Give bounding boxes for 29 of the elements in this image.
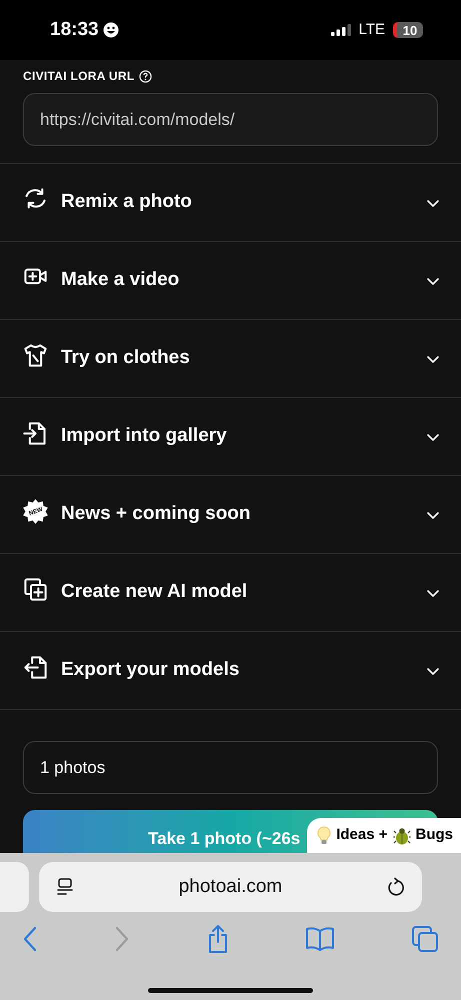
tabs-icon[interactable] [411,925,439,953]
smiley-icon [102,22,119,38]
shirt-icon [22,342,49,369]
accordion-section[interactable]: Remix a photo [0,164,461,242]
status-time: 18:33 [50,18,99,42]
add-copy-icon [22,576,49,603]
feedback-toast[interactable]: Ideas + Bugs [307,818,461,853]
bookmarks-icon[interactable] [305,926,336,952]
accordion-section[interactable]: Export your models [0,632,461,710]
network-label: LTE [358,20,385,40]
reader-icon[interactable] [55,877,75,897]
accordion-section[interactable]: Make a video [0,242,461,320]
url-field[interactable]: https://civitai.com/models/ [23,93,438,146]
photo-count-field[interactable]: 1 photos [23,741,438,794]
tab-preview[interactable] [0,862,29,912]
accordion-section[interactable]: Try on clothes [0,320,461,398]
address-bar[interactable]: photoai.com [39,862,422,912]
beetle-icon [392,826,410,844]
reload-icon[interactable] [386,877,406,897]
accordion-section[interactable]: Create new AI model [0,554,461,632]
url-text: photoai.com [178,874,284,899]
help-icon[interactable] [139,70,152,82]
field-label: CIVITAI LORA URL [23,68,134,85]
file-export-icon [22,654,49,681]
light-bulb-icon [317,826,332,846]
accordion-section[interactable]: Import into gallery [0,398,461,476]
signal-icon [330,24,351,36]
back-icon[interactable] [22,926,38,952]
battery-icon: 10 [393,22,423,38]
